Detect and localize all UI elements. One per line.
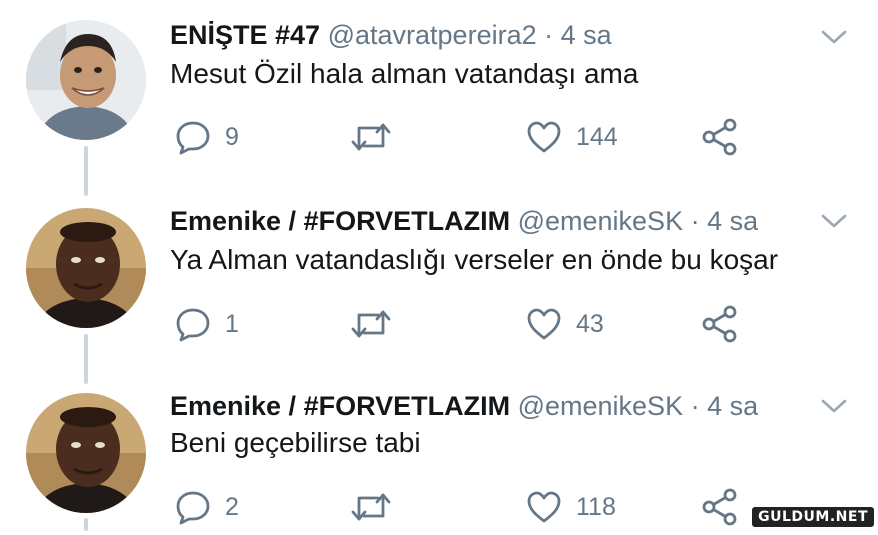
- user-handle[interactable]: @emenikeSK: [518, 391, 683, 421]
- reply-count: 9: [225, 122, 239, 151]
- tweet-text: Ya Alman vatandaslığı verseler en önde b…: [170, 244, 779, 275]
- like-count: 118: [576, 492, 616, 521]
- share-button[interactable]: [701, 485, 739, 529]
- tweet[interactable]: Emenike / #FORVETLAZIM @emenikeSK · 4 sa…: [0, 190, 878, 375]
- retweet-button[interactable]: [350, 485, 406, 529]
- retweet-icon: [351, 493, 391, 521]
- reply-count: 1: [225, 309, 239, 338]
- like-button[interactable]: 144: [526, 115, 618, 159]
- display-name[interactable]: Emenike / #FORVETLAZIM: [170, 206, 510, 236]
- like-count: 144: [576, 122, 618, 151]
- share-icon: [702, 488, 737, 526]
- retweet-button[interactable]: [350, 302, 406, 346]
- chevron-down-icon[interactable]: [820, 395, 848, 417]
- action-bar: 1 43: [0, 302, 878, 352]
- like-button[interactable]: 43: [526, 302, 604, 346]
- reply-button[interactable]: 2: [175, 485, 239, 529]
- heart-icon: [527, 121, 561, 153]
- tweet-header: Emenike / #FORVETLAZIM @emenikeSK · 4 sa: [170, 389, 758, 423]
- tweet-text: Mesut Özil hala alman vatandaşı ama: [170, 58, 639, 89]
- reply-button[interactable]: 9: [175, 115, 239, 159]
- chevron-down-icon[interactable]: [820, 210, 848, 232]
- action-bar: 9 144: [0, 115, 878, 165]
- action-bar: 2 118: [0, 485, 878, 535]
- separator: ·: [690, 206, 700, 236]
- retweet-icon: [351, 310, 391, 338]
- timestamp[interactable]: 4 sa: [561, 20, 612, 50]
- display-name[interactable]: ENİŞTE #47: [170, 20, 320, 50]
- heart-icon: [527, 308, 561, 340]
- tweet[interactable]: ENİŞTE #47 @atavratpereira2 · 4 sa Mesut…: [0, 0, 878, 190]
- share-button[interactable]: [701, 302, 739, 346]
- share-icon: [702, 305, 737, 343]
- separator: ·: [690, 391, 700, 421]
- timestamp[interactable]: 4 sa: [707, 206, 758, 236]
- chevron-down-icon[interactable]: [820, 26, 848, 48]
- retweet-button[interactable]: [350, 115, 406, 159]
- separator: ·: [544, 20, 554, 50]
- user-handle[interactable]: @atavratpereira2: [328, 20, 537, 50]
- timestamp[interactable]: 4 sa: [707, 391, 758, 421]
- tweet-header: Emenike / #FORVETLAZIM @emenikeSK · 4 sa: [170, 204, 758, 238]
- retweet-icon: [351, 123, 391, 151]
- tweet[interactable]: Emenike / #FORVETLAZIM @emenikeSK · 4 sa…: [0, 375, 878, 531]
- reply-button[interactable]: 1: [175, 302, 239, 346]
- watermark: GULDUM.NET: [752, 507, 874, 527]
- user-handle[interactable]: @emenikeSK: [518, 206, 683, 236]
- share-icon: [702, 118, 737, 156]
- heart-icon: [527, 491, 561, 523]
- reply-count: 2: [225, 492, 239, 521]
- display-name[interactable]: Emenike / #FORVETLAZIM: [170, 391, 510, 421]
- like-count: 43: [576, 309, 604, 338]
- like-button[interactable]: 118: [526, 485, 616, 529]
- tweet-header: ENİŞTE #47 @atavratpereira2 · 4 sa: [170, 18, 612, 52]
- share-button[interactable]: [701, 115, 739, 159]
- reply-icon: [176, 491, 210, 525]
- reply-icon: [176, 308, 210, 342]
- tweet-text: Beni geçebilirse tabi: [170, 427, 421, 458]
- reply-icon: [176, 121, 210, 155]
